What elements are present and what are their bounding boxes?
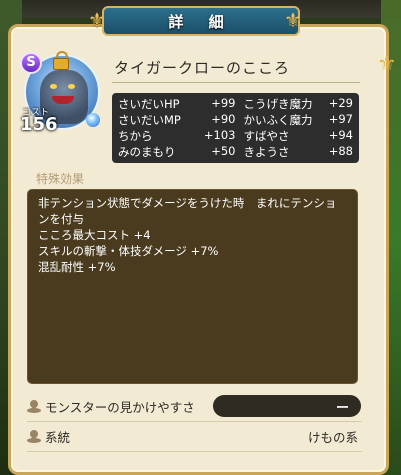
visibility-selector[interactable]: ー (213, 395, 361, 417)
stat-value: +90 (211, 112, 236, 126)
stat-label: かいふく魔力 (243, 113, 313, 127)
right-ornament-icon: ⚜ (284, 8, 302, 32)
family-row: 系統 けもの系 (27, 425, 362, 447)
stat-value: +99 (211, 96, 236, 110)
title-banner: 詳 細 (102, 6, 300, 36)
divider (27, 451, 362, 452)
effect-line: ンを付与 (38, 212, 84, 226)
effect-line: 非テンション状態でダメージをうけた時 まれにテンショ (38, 196, 337, 210)
special-effects-title: 特殊効果 (36, 172, 85, 186)
visibility-label: モンスターの見かけやすさ (45, 399, 195, 415)
monster-icon-card[interactable]: S コスト 156 (18, 50, 104, 136)
stat-value: +29 (328, 96, 353, 110)
stat-value: +94 (328, 128, 353, 142)
stats-table: さいだいHP +99 こうげき魔力 +29 さいだいMP +90 かいふく魔力 +97 … (112, 93, 359, 163)
stat-value: +50 (211, 144, 236, 158)
stat-label: きようさ (243, 145, 290, 159)
effect-line: 混乱耐性 +7% (38, 260, 116, 274)
corner-ornament-icon: ⚜ (377, 52, 397, 77)
name-underline (112, 82, 360, 83)
cost-value: 156 (20, 114, 58, 135)
pin-icon (27, 429, 41, 443)
blue-orb-icon (86, 113, 100, 127)
stat-value: +103 (203, 128, 236, 142)
stat-value: +88 (328, 144, 353, 158)
visibility-value: ー (335, 400, 349, 416)
lock-icon[interactable] (53, 51, 69, 71)
divider (27, 421, 362, 422)
monster-eye (50, 84, 57, 89)
effect-line: こころ最大コスト +4 (38, 228, 151, 242)
monster-eye (68, 84, 75, 89)
stat-label: すばやさ (243, 129, 290, 143)
family-value: けもの系 (307, 429, 358, 445)
effect-line: スキルの斬撃・体技ダメージ +7% (38, 244, 219, 258)
pin-icon (27, 399, 41, 413)
heart-name: タイガークローのこころ (114, 59, 291, 77)
stat-value: +97 (328, 112, 353, 126)
stat-row: さいだいHP +99 こうげき魔力 +29 (118, 96, 353, 112)
stat-row: さいだいMP +90 かいふく魔力 +97 (118, 112, 353, 128)
stat-row: ちから +103 すばやさ +94 (118, 128, 353, 144)
stat-label: さいだいMP (118, 113, 181, 127)
stat-label: さいだいHP (118, 97, 180, 111)
stat-label: みのまもり (118, 145, 176, 159)
family-label: 系統 (45, 429, 71, 445)
special-effects-box: 非テンション状態でダメージをうけた時 まれにテンショ ンを付与 こころ最大コスト… (27, 189, 358, 384)
page-title: 詳 細 (168, 12, 234, 31)
stat-label: こうげき魔力 (243, 97, 313, 111)
rank-badge: S (20, 52, 42, 74)
stat-row: みのまもり +50 きようさ +88 (118, 144, 353, 160)
visibility-row: モンスターの見かけやすさ ー (27, 395, 362, 417)
stat-label: ちから (118, 129, 153, 143)
